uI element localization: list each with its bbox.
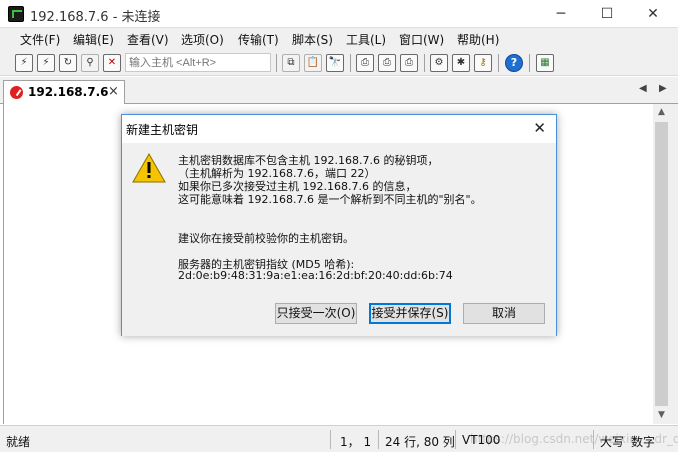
close-session-icon[interactable]: ✕ [103, 54, 121, 72]
scroll-down-icon[interactable]: ▼ [653, 407, 670, 424]
tab-scroll-right-icon[interactable]: ▶ [659, 83, 667, 94]
dialog-title-bar: 新建主机密钥 ✕ [122, 115, 556, 143]
tab-close-icon[interactable]: × [108, 84, 119, 99]
print-setup-icon[interactable]: ⎙ [356, 54, 374, 72]
window-title: 192.168.7.6 - 未连接 [30, 10, 161, 25]
status-bar: 就绪 1， 1 24 行, 80 列 https://blog.csdn.net… [0, 425, 678, 452]
disconnect-icon[interactable]: ⚲ [81, 54, 99, 72]
disconnected-status-icon [10, 86, 23, 99]
accept-and-save-button[interactable]: 接受并保存(S) [369, 303, 451, 324]
connect-icon[interactable]: ⚡ [15, 54, 33, 72]
securecrt-app-icon [8, 6, 24, 22]
menu-help[interactable]: 帮助(H) [457, 31, 499, 48]
tab-session-192-168-7-6[interactable]: 192.168.7.6 × [3, 80, 125, 105]
dialog-title: 新建主机密钥 [126, 123, 199, 137]
status-num-lock: 数字 [631, 435, 656, 449]
session-tab-strip: 192.168.7.6 × ◀ ▶ [0, 77, 678, 105]
print-screen-icon[interactable]: ⎙ [378, 54, 396, 72]
global-options-icon[interactable]: ✱ [452, 54, 470, 72]
sftp-icon[interactable]: ▦ [536, 54, 554, 72]
title-bar: 192.168.7.6 - 未连接 ─ ☐ ✕ [0, 0, 678, 28]
toolbar-separator [424, 54, 425, 72]
close-window-button[interactable]: ✕ [630, 0, 676, 28]
toolbar-separator [498, 54, 499, 72]
dialog-close-icon[interactable]: ✕ [533, 119, 546, 137]
status-separator [330, 430, 331, 449]
dialog-message-line-4: 这可能意味着 192.168.7.6 是一个解析到不同主机的"别名"。 [178, 193, 482, 206]
menu-transfer[interactable]: 传输(T) [238, 31, 279, 48]
menu-view[interactable]: 查看(V) [127, 31, 169, 48]
tab-scroll-left-icon[interactable]: ◀ [639, 83, 647, 94]
scroll-up-icon[interactable]: ▲ [653, 104, 670, 121]
cancel-button[interactable]: 取消 [463, 303, 545, 324]
help-icon[interactable]: ? [505, 54, 523, 72]
status-terminal-type: VT100 [462, 433, 501, 447]
find-icon[interactable]: 🔭 [326, 54, 344, 72]
menu-options[interactable]: 选项(O) [181, 31, 224, 48]
status-cursor-position: 1， 1 [340, 435, 372, 449]
dialog-advice: 建议你在接受前校验你的主机密钥。 [178, 232, 354, 245]
fingerprint-value: 2d:0e:b9:48:31:9a:e1:ea:16:2d:bf:20:40:d… [178, 269, 453, 282]
copy-icon[interactable]: ⧉ [282, 54, 300, 72]
tab-label: 192.168.7.6 [28, 85, 109, 99]
new-host-key-dialog: 新建主机密钥 ✕ 主机密钥数据库不包含主机 192.168.7.6 的秘钥项， … [121, 114, 557, 336]
toolbar: ⚡ ⚡ ↻ ⚲ ✕ ⧉ 📋 🔭 ⎙ ⎙ ⎙ ⚙ ✱ ⚷ ? ▦ [0, 50, 678, 76]
status-caps-lock: 大写 [600, 435, 625, 449]
menu-tools[interactable]: 工具(L) [346, 31, 386, 48]
maximize-button[interactable]: ☐ [584, 0, 630, 28]
menu-window[interactable]: 窗口(W) [399, 31, 444, 48]
menu-bar: 文件(F) 编辑(E) 查看(V) 选项(O) 传输(T) 脚本(S) 工具(L… [0, 28, 678, 50]
host-input[interactable] [125, 53, 271, 72]
reconnect-icon[interactable]: ↻ [59, 54, 77, 72]
terminal-scrollbar[interactable]: ▲ ▼ [653, 104, 670, 424]
toolbar-separator [350, 54, 351, 72]
dialog-body: 主机密钥数据库不包含主机 192.168.7.6 的秘钥项， （主机解析为 19… [122, 143, 556, 293]
minimize-button[interactable]: ─ [538, 0, 584, 28]
scrollbar-thumb[interactable] [655, 122, 668, 406]
toolbar-separator [276, 54, 277, 72]
status-separator [593, 430, 594, 449]
menu-edit[interactable]: 编辑(E) [73, 31, 114, 48]
window-edge [670, 104, 678, 424]
toolbar-separator [529, 54, 530, 72]
menu-script[interactable]: 脚本(S) [292, 31, 333, 48]
key-map-icon[interactable]: ⚷ [474, 54, 492, 72]
status-separator [378, 430, 379, 449]
status-separator [455, 430, 456, 449]
print-icon[interactable]: ⎙ [400, 54, 418, 72]
paste-icon[interactable]: 📋 [304, 54, 322, 72]
session-options-icon[interactable]: ⚙ [430, 54, 448, 72]
status-terminal-size: 24 行, 80 列 [385, 435, 455, 449]
dialog-button-row: 只接受一次(O) 接受并保存(S) 取消 [122, 293, 556, 336]
quick-connect-icon[interactable]: ⚡ [37, 54, 55, 72]
accept-once-button[interactable]: 只接受一次(O) [275, 303, 357, 324]
warning-icon [132, 152, 166, 183]
menu-file[interactable]: 文件(F) [20, 31, 60, 48]
status-ready: 就绪 [6, 435, 31, 449]
